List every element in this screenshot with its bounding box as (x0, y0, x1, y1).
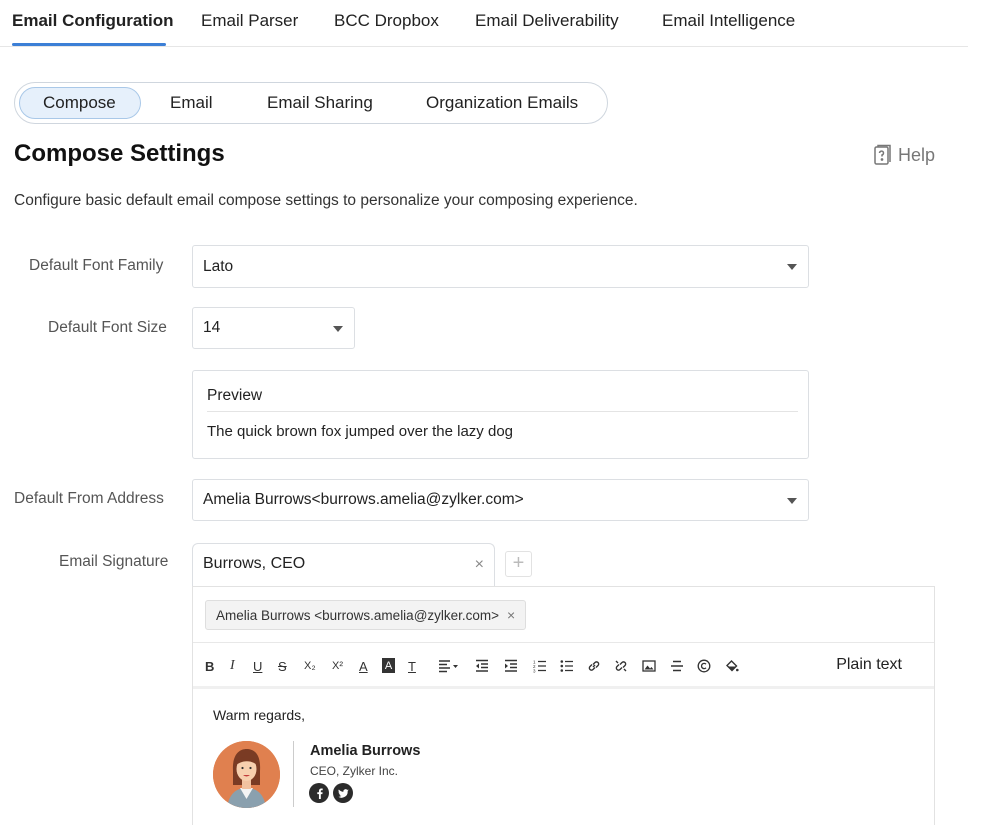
bullet-list-icon (560, 660, 573, 672)
close-icon[interactable]: × (507, 607, 515, 623)
twitter-glyph (337, 788, 349, 798)
preview-text: The quick brown fox jumped over the lazy… (207, 423, 513, 440)
horizontal-line-icon (671, 660, 683, 672)
preview-divider (207, 411, 798, 412)
facebook-glyph (316, 787, 323, 799)
signature-tab-label: Burrows, CEO (203, 555, 306, 572)
outdent-icon (476, 659, 488, 672)
clear-format-button[interactable]: T (408, 657, 416, 675)
numbered-list-button[interactable]: 123 (533, 657, 547, 675)
bold-button[interactable]: B (205, 657, 214, 675)
horizontal-line-button[interactable] (670, 657, 684, 675)
avatar-illustration (213, 741, 280, 808)
help-book-icon (874, 144, 891, 165)
chevron-down-icon (787, 498, 797, 504)
italic-button[interactable]: I (230, 657, 235, 675)
font-color-button[interactable]: A (359, 657, 368, 675)
plain-text-toggle[interactable]: Plain text (836, 656, 902, 674)
signature-divider (293, 741, 294, 807)
subtab-email[interactable]: Email (170, 93, 213, 113)
from-address-select[interactable]: Amelia Burrows<burrows.amelia@zylker.com… (192, 479, 809, 521)
add-signature-button[interactable]: + (505, 551, 532, 577)
link-icon (588, 661, 600, 671)
help-link[interactable]: Help (872, 144, 935, 166)
align-left-icon (439, 660, 458, 673)
from-address-label: Default From Address (14, 490, 164, 507)
signature-greeting: Warm regards, (213, 707, 306, 723)
font-size-label: Default Font Size (48, 319, 167, 336)
subscript-button[interactable]: X₂ (304, 657, 316, 675)
tab-email-intelligence[interactable]: Email Intelligence (662, 11, 795, 31)
top-tab-bar: Email Configuration Email Parser BCC Dro… (0, 0, 968, 47)
chip-label: Amelia Burrows <burrows.amelia@zylker.co… (216, 607, 500, 623)
indent-icon (505, 659, 517, 672)
svg-text:3: 3 (533, 669, 536, 674)
facebook-icon[interactable] (309, 783, 329, 803)
font-family-value: Lato (203, 258, 234, 275)
signature-tab-burrows-ceo[interactable]: Burrows, CEO × (192, 543, 495, 587)
image-icon (642, 660, 656, 672)
paint-bucket-icon (726, 660, 739, 672)
insert-link-button[interactable] (587, 657, 601, 675)
tab-email-configuration[interactable]: Email Configuration (12, 11, 174, 31)
chevron-down-icon (333, 326, 343, 332)
email-signature-label: Email Signature (59, 553, 169, 570)
active-tab-indicator (12, 43, 166, 46)
remove-link-button[interactable] (614, 657, 628, 675)
background-color-button[interactable]: A (382, 658, 395, 673)
strikethrough-button[interactable]: S (278, 657, 287, 675)
insert-image-button[interactable] (642, 657, 656, 675)
signature-address-chip[interactable]: Amelia Burrows <burrows.amelia@zylker.co… (205, 600, 527, 630)
font-size-value: 14 (203, 319, 221, 336)
tab-bcc-dropbox[interactable]: BCC Dropbox (334, 11, 439, 31)
tab-email-deliverability[interactable]: Email Deliverability (475, 11, 619, 31)
signature-title: CEO, Zylker Inc. (310, 764, 399, 778)
font-family-select[interactable]: Lato (192, 245, 809, 288)
plus-icon: + (512, 552, 525, 574)
signature-editor: Amelia Burrows <burrows.amelia@zylker.co… (192, 586, 935, 825)
subtab-email-sharing[interactable]: Email Sharing (267, 93, 373, 113)
font-preview-box: Preview The quick brown fox jumped over … (192, 370, 809, 459)
numbered-list-icon: 123 (533, 660, 546, 674)
bullet-list-button[interactable] (560, 657, 574, 675)
subtab-compose[interactable]: Compose (43, 93, 116, 113)
avatar (213, 741, 280, 808)
copyright-icon (697, 659, 711, 673)
superscript-button[interactable]: X² (332, 657, 343, 675)
outdent-button[interactable] (475, 657, 489, 675)
underline-button[interactable]: U (253, 657, 262, 675)
unlink-icon (615, 660, 627, 672)
special-character-button[interactable] (697, 657, 711, 675)
font-family-label: Default Font Family (29, 257, 164, 274)
page-description: Configure basic default email compose se… (14, 192, 638, 209)
preview-title: Preview (207, 387, 263, 404)
close-icon[interactable]: × (475, 556, 484, 574)
font-size-select[interactable]: 14 (192, 307, 355, 349)
help-label: Help (898, 144, 936, 165)
tab-email-parser[interactable]: Email Parser (201, 11, 298, 31)
from-address-value: Amelia Burrows<burrows.amelia@zylker.com… (203, 491, 524, 508)
page-title: Compose Settings (14, 140, 225, 167)
twitter-icon[interactable] (333, 783, 353, 803)
subtab-organization-emails[interactable]: Organization Emails (426, 93, 578, 113)
fill-color-button[interactable] (725, 657, 739, 675)
signature-name: Amelia Burrows (310, 743, 421, 759)
sub-tab-bar: Compose Email Email Sharing Organization… (14, 82, 608, 124)
align-dropdown-button[interactable] (437, 657, 459, 675)
chevron-down-icon (787, 264, 797, 270)
editor-toolbar: B I U S X₂ X² A A T 123 Plain text (193, 643, 934, 689)
indent-button[interactable] (504, 657, 518, 675)
